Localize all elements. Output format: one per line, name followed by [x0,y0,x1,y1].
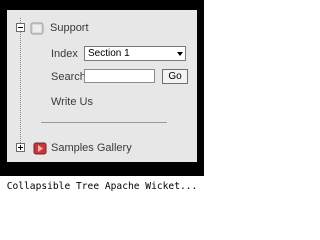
write-us-link[interactable]: Write Us [51,96,93,109]
separator-line [41,122,167,123]
index-select[interactable]: Section 1 [84,46,186,61]
search-label: Search [51,71,86,83]
support-folder-icon [30,22,44,35]
go-button[interactable]: Go [162,69,188,84]
tree-connector-line [20,18,21,151]
page-caption[interactable]: Collapsible Tree Apache Wicket... [0,181,204,192]
tree-item-samples-gallery[interactable]: Samples Gallery [51,142,132,155]
collapse-toggle-icon[interactable] [16,23,25,32]
index-label: Index [51,48,78,60]
expand-toggle-icon[interactable] [16,143,25,152]
chevron-down-icon [177,52,183,56]
samples-gallery-icon [33,142,47,155]
search-input[interactable] [84,69,155,83]
index-select-value: Section 1 [88,48,130,59]
tree-menu-panel: Support Index Section 1 Search Go Write … [7,10,197,162]
tree-item-support[interactable]: Support [50,22,89,35]
tree-menu-frame: Support Index Section 1 Search Go Write … [0,0,204,176]
